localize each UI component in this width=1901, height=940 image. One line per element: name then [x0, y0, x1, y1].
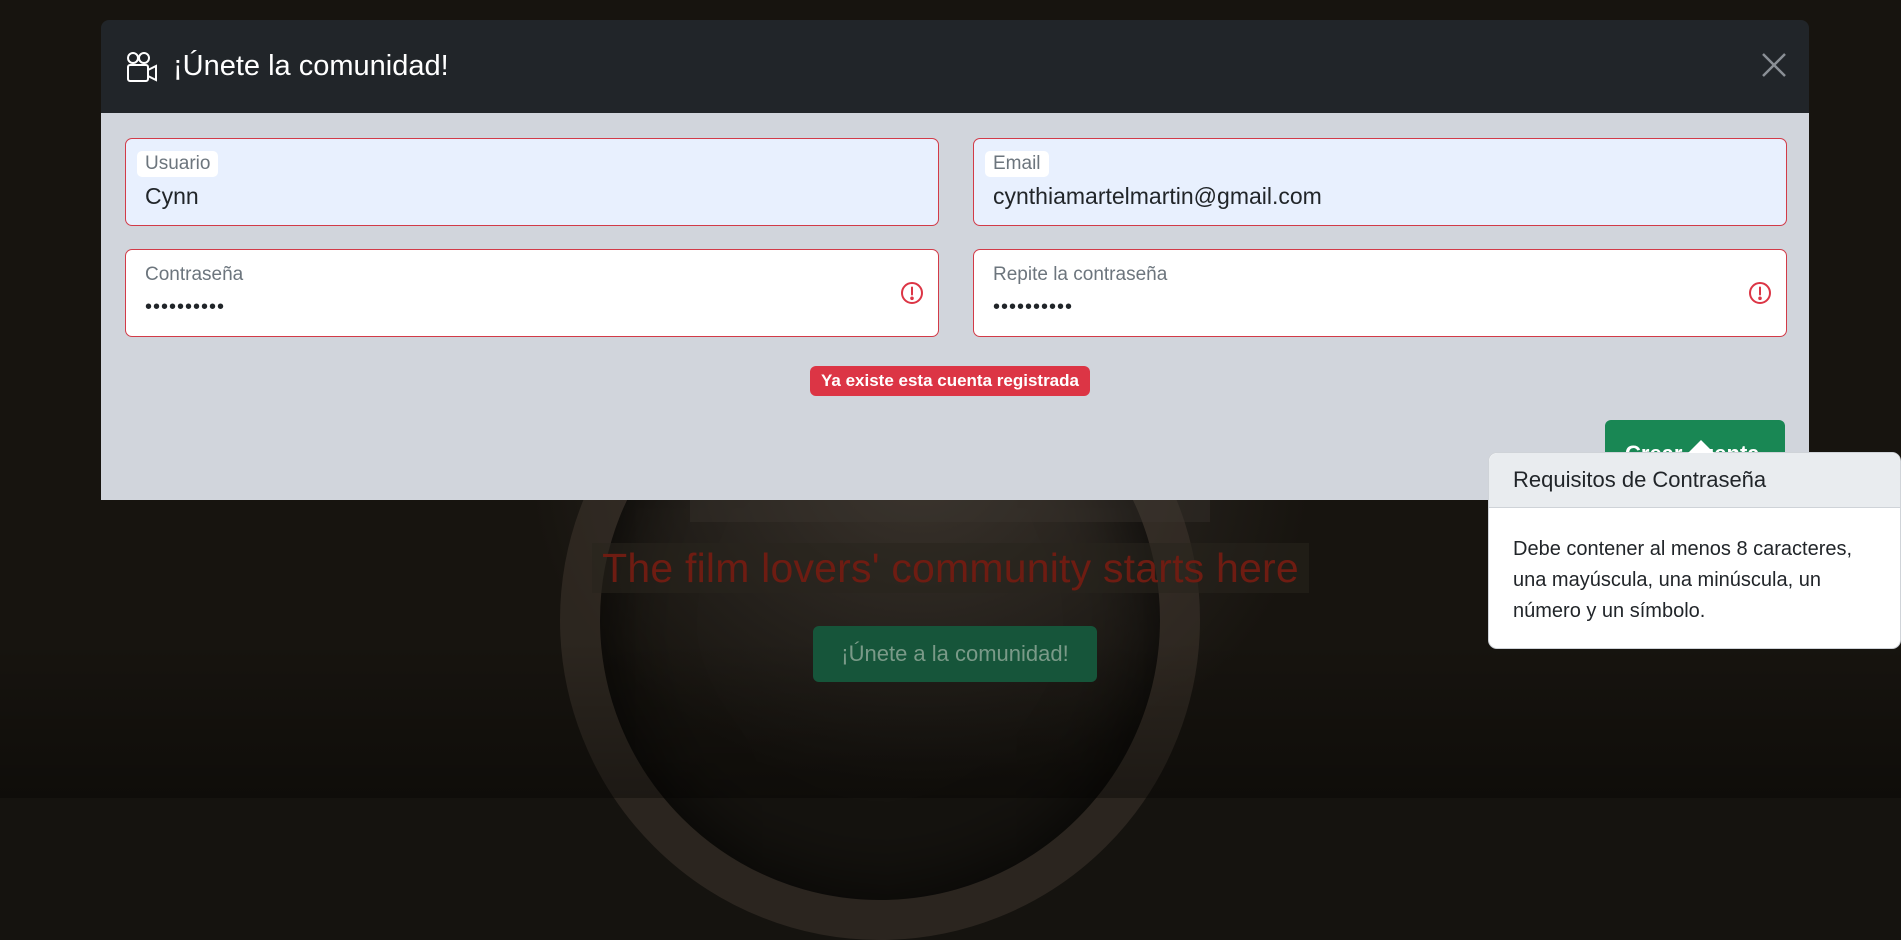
close-button[interactable] [1759, 50, 1789, 80]
username-value: Cynn [145, 183, 199, 209]
close-icon [1762, 53, 1786, 77]
repeat-password-value: •••••••••• [993, 296, 1074, 318]
username-label: Usuario [137, 151, 219, 177]
warning-icon [1749, 282, 1771, 304]
error-badge: Ya existe esta cuenta registrada [810, 366, 1090, 396]
password-value: •••••••••• [145, 296, 226, 318]
password-requirements-popover: Requisitos de Contraseña Debe contener a… [1488, 440, 1901, 649]
popover-body: Debe contener al menos 8 caracteres, una… [1513, 538, 1853, 622]
signup-modal: ¡Únete la comunidad! Usuario Cynn Email … [101, 20, 1809, 500]
video-camera-icon [125, 50, 159, 84]
email-field[interactable]: Email cynthiamartelmartin@gmail.com [973, 138, 1787, 226]
password-label: Contraseña [145, 264, 244, 285]
warning-icon [901, 282, 923, 304]
join-community-button[interactable]: ¡Únete a la comunidad! [813, 626, 1097, 682]
popover-title: Requisitos de Contraseña [1489, 453, 1900, 508]
modal-title: ¡Únete la comunidad! [173, 50, 449, 82]
modal-header: ¡Únete la comunidad! [101, 20, 1809, 113]
repeat-password-field[interactable]: Repite la contraseña •••••••••• [973, 249, 1787, 337]
password-field[interactable]: Contraseña •••••••••• [125, 249, 939, 337]
username-field[interactable]: Usuario Cynn [125, 138, 939, 226]
email-label: Email [985, 151, 1049, 177]
modal-body: Usuario Cynn Email cynthiamartelmartin@g… [101, 113, 1809, 500]
popover-arrow [1688, 440, 1714, 453]
email-value: cynthiamartelmartin@gmail.com [993, 183, 1322, 209]
hero-tagline-text: The film lovers' community starts here [592, 543, 1309, 593]
repeat-password-label: Repite la contraseña [993, 264, 1168, 285]
